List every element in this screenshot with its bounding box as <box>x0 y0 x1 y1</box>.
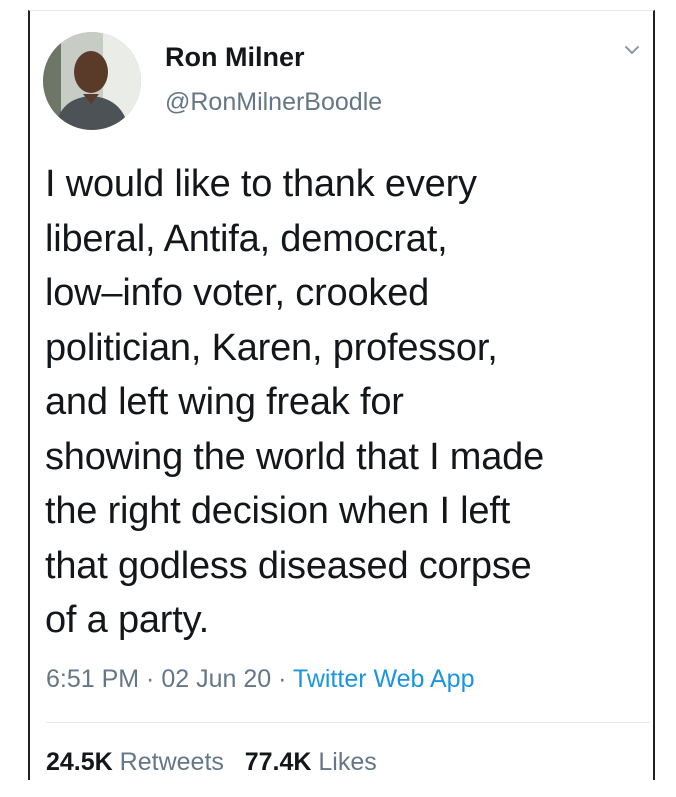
likes-label: Likes <box>318 748 377 776</box>
tweet-text-line: of a party. <box>45 599 209 641</box>
tweet-text-line: I would like to thank every <box>45 163 477 205</box>
tweet-text-line: liberal, Antifa, democrat, <box>45 217 448 260</box>
tweet-meta: 6:51 PM · 02 Jun 20 · Twitter Web App <box>46 667 475 692</box>
tweet-text-line: low–info voter, crooked <box>45 272 430 314</box>
author-name[interactable]: Ron Milner <box>165 44 305 71</box>
tweet-text-line: and left wing freak for <box>45 381 404 423</box>
divider <box>46 722 650 723</box>
avatar[interactable] <box>43 32 141 130</box>
likes-stat[interactable]: 77.4K Likes <box>245 748 377 776</box>
tweet-time[interactable]: 6:51 PM <box>46 665 139 693</box>
tweet-text-line: showing the world that I made <box>45 435 545 478</box>
meta-separator: · <box>139 665 162 693</box>
author-handle[interactable]: @RonMilnerBoodle <box>165 90 382 115</box>
tweet-text-line: politician, Karen, professor, <box>45 326 498 369</box>
tweet-text-line: the right decision when I left <box>45 490 511 532</box>
meta-separator: · <box>271 665 293 693</box>
tweet-text-line: that godless diseased corpse <box>45 544 532 587</box>
retweets-label: Retweets <box>119 748 224 776</box>
tweet-stats: 24.5K Retweets 77.4K Likes <box>46 750 377 775</box>
tweet-text: I would like to thank every liberal, Ant… <box>45 157 650 648</box>
retweets-count: 24.5K <box>46 748 113 776</box>
chevron-down-icon[interactable] <box>620 40 644 60</box>
tweet-source-link[interactable]: Twitter Web App <box>293 665 475 693</box>
tweet-date[interactable]: 02 Jun 20 <box>161 665 271 693</box>
retweets-stat[interactable]: 24.5K Retweets <box>46 748 224 776</box>
avatar-photo <box>43 32 141 130</box>
likes-count: 77.4K <box>244 748 312 776</box>
